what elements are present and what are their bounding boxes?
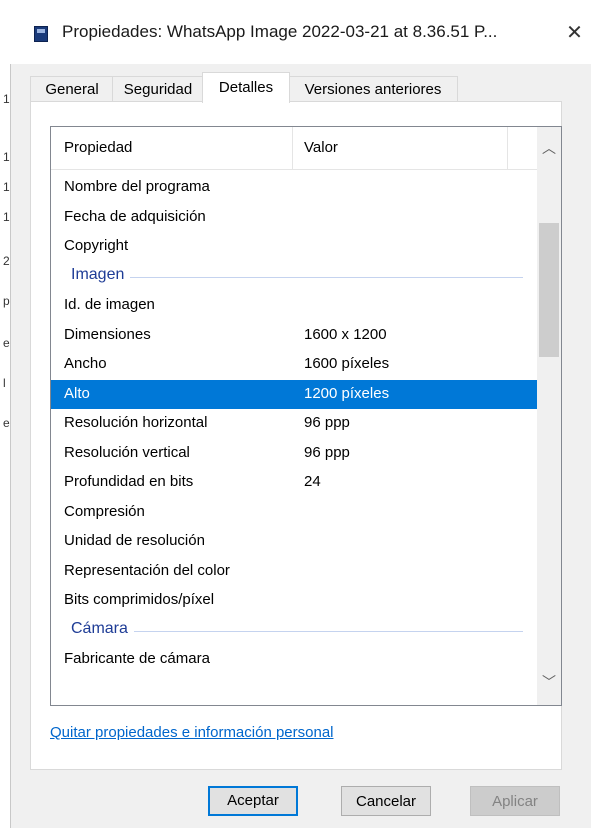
title-bar: Propiedades: WhatsApp Image 2022-03-21 a… (0, 0, 591, 64)
property-name: Fabricante de cámara (64, 650, 210, 667)
property-name: Nombre del programa (64, 178, 210, 195)
apply-button[interactable]: Aplicar (470, 786, 560, 816)
table-row[interactable]: Copyright (51, 232, 543, 261)
property-value: 1600 píxeles (304, 355, 390, 372)
column-divider[interactable] (507, 127, 508, 169)
property-name: Alto (64, 384, 90, 402)
table-row[interactable]: Profundidad en bits 24 (51, 468, 543, 497)
cancel-button[interactable]: Cancelar (341, 786, 431, 816)
scroll-up-button[interactable]: ︿ (537, 137, 561, 159)
scroll-thumb[interactable] (539, 223, 559, 357)
column-header-value[interactable]: Valor (304, 139, 338, 156)
property-value: 96 ppp (304, 443, 350, 461)
group-divider (71, 630, 523, 632)
property-name: Ancho (64, 355, 107, 372)
property-value: 24 (304, 473, 321, 490)
group-divider (71, 276, 523, 278)
property-name: Copyright (64, 237, 129, 254)
background-window-edge: 111 12p ele (0, 32, 11, 828)
window-title: Propiedades: WhatsApp Image 2022-03-21 a… (62, 22, 498, 41)
property-value: 1200 píxeles (304, 384, 390, 402)
vertical-scrollbar[interactable]: ︿ ﹀ (537, 127, 561, 705)
table-row[interactable]: Fabricante de cámara (51, 645, 543, 674)
property-name: Fecha de adquisición (64, 207, 206, 225)
column-divider[interactable] (292, 127, 293, 169)
table-row[interactable]: Alto 1200 píxeles (51, 379, 543, 409)
table-row[interactable]: Resolución horizontal 96 ppp (51, 409, 543, 438)
group-label: Imagen (71, 265, 131, 284)
property-name: Id. de imagen (64, 296, 155, 313)
remove-properties-link[interactable]: Quitar propiedades e información persona… (50, 724, 334, 741)
property-name: Compresión (64, 502, 145, 520)
list-header: Propiedad Valor (51, 127, 543, 170)
image-file-icon (34, 26, 48, 42)
table-row[interactable]: Nombre del programa (51, 173, 543, 202)
close-button[interactable]: ✕ (558, 16, 591, 50)
tab-versiones-anteriores[interactable]: Versiones anteriores (288, 76, 458, 102)
table-row[interactable]: Bits comprimidos/píxel (51, 586, 543, 615)
table-row[interactable]: Resolución vertical 96 ppp (51, 439, 543, 468)
property-name: Resolución vertical (64, 443, 190, 461)
table-row[interactable]: Fecha de adquisición (51, 203, 543, 232)
column-header-property[interactable]: Propiedad (64, 139, 132, 156)
property-name: Unidad de resolución (64, 532, 205, 549)
tab-detalles[interactable]: Detalles (202, 72, 290, 103)
property-name: Bits comprimidos/píxel (64, 591, 215, 608)
group-header: Cámara (51, 616, 543, 645)
table-row[interactable]: Representación del color (51, 557, 543, 586)
property-name: Dimensiones (64, 325, 151, 343)
table-row[interactable]: Id. de imagen (51, 291, 543, 320)
table-row[interactable]: Compresión (51, 498, 543, 527)
scroll-down-button[interactable]: ﹀ (537, 671, 561, 693)
properties-list[interactable]: Propiedad Valor Nombre del programa Fecha… (50, 126, 562, 706)
ok-button[interactable]: Aceptar (208, 786, 298, 816)
tab-general[interactable]: General (30, 76, 114, 102)
property-value: 96 ppp (304, 414, 350, 431)
tab-seguridad[interactable]: Seguridad (112, 76, 204, 102)
tab-strip: General Seguridad Detalles Versiones ant… (30, 72, 560, 103)
table-row[interactable]: Dimensiones 1600 x 1200 (51, 321, 543, 350)
table-row[interactable]: Ancho 1600 píxeles (51, 350, 543, 379)
table-row[interactable]: Unidad de resolución (51, 527, 543, 556)
property-name: Profundidad en bits (64, 473, 194, 490)
property-name: Representación del color (64, 561, 230, 579)
group-header: Imagen (51, 262, 543, 291)
property-name: Resolución horizontal (64, 414, 208, 431)
property-value: 1600 x 1200 (304, 325, 387, 343)
group-label: Cámara (71, 619, 134, 638)
